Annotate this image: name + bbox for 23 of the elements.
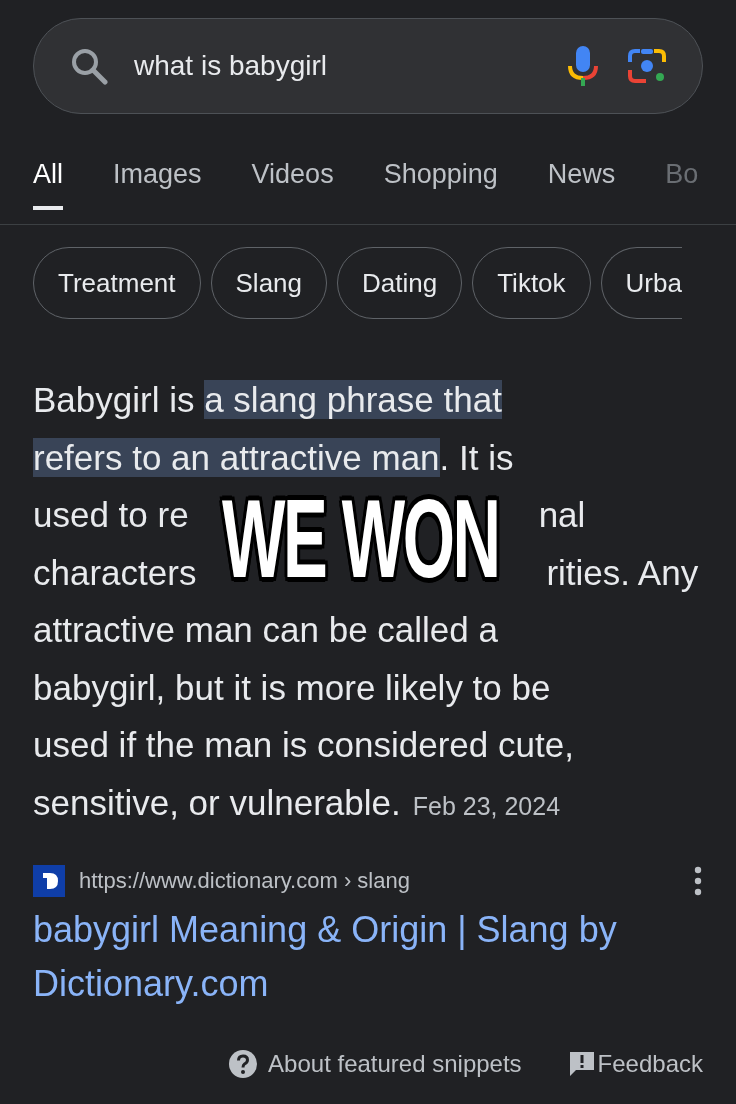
- filter-chip[interactable]: Urba: [600, 247, 682, 319]
- filter-chip[interactable]: Treatment: [33, 247, 201, 319]
- feedback-link[interactable]: Feedback: [597, 1050, 703, 1078]
- source-url: https://www.dictionary.com › slang: [79, 868, 411, 894]
- tab[interactable]: All: [33, 158, 63, 210]
- more-icon[interactable]: [693, 866, 703, 896]
- filter-chip[interactable]: Dating: [337, 247, 463, 319]
- search-query: what is babygirl: [134, 50, 328, 82]
- microphone-icon[interactable]: [566, 44, 600, 88]
- tab[interactable]: Videos: [251, 158, 334, 210]
- search-icon: [70, 47, 108, 85]
- filter-chip[interactable]: Slang: [210, 247, 328, 319]
- about-snippets-link[interactable]: About featured snippets: [268, 1050, 522, 1078]
- tab[interactable]: News: [547, 158, 616, 210]
- help-icon: [228, 1049, 259, 1079]
- filter-chip[interactable]: Tiktok: [472, 247, 591, 319]
- result-title-link[interactable]: babygirl Meaning & Origin | Slang by Dictionary.com: [33, 903, 703, 1011]
- camera-icon[interactable]: [626, 46, 668, 86]
- tab[interactable]: Shopping: [383, 158, 498, 210]
- site-logo-icon: [33, 865, 65, 897]
- tab[interactable]: Images: [113, 158, 202, 210]
- search-field[interactable]: what is babygirl: [33, 18, 703, 114]
- feedback-icon: [567, 1050, 596, 1078]
